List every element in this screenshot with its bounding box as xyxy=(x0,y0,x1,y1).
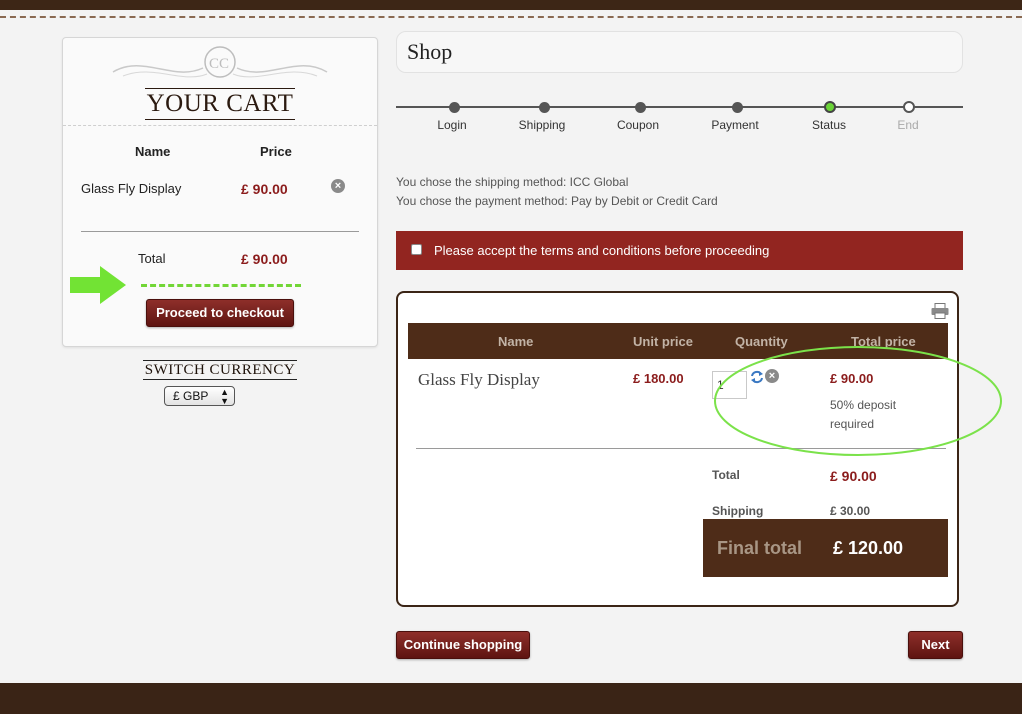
cart-logo-icon: CC xyxy=(112,46,328,78)
switch-currency-heading: SWITCH CURRENCY xyxy=(142,360,298,380)
select-arrows-icon: ▲ ▼ xyxy=(220,387,229,406)
arrow-right-icon xyxy=(70,266,126,304)
header-name: Name xyxy=(498,334,534,349)
currency-selected-value: £ GBP xyxy=(173,389,209,403)
step-dot-payment xyxy=(732,102,743,113)
product-name: Glass Fly Display xyxy=(418,370,540,389)
cart-total-label: Total xyxy=(138,251,166,266)
order-total-value: £ 90.00 xyxy=(830,468,877,484)
cart-col-name: Name xyxy=(135,144,171,159)
shipping-label: Shipping xyxy=(712,504,764,518)
terms-text: Please accept the terms and conditions b… xyxy=(434,243,770,258)
top-stitch-line xyxy=(0,16,1022,18)
step-dot-end xyxy=(903,101,915,113)
step-label-end: End xyxy=(897,118,919,132)
cart-col-price: Price xyxy=(260,144,292,159)
step-dot-coupon xyxy=(635,102,646,113)
cart-header: CC YOUR CART xyxy=(63,38,377,126)
final-total-label: Final total xyxy=(717,538,802,558)
product-unit-price: £ 180.00 xyxy=(633,371,684,386)
cart-title: YOUR CART xyxy=(63,88,377,120)
page-title-box: Shop xyxy=(396,31,963,73)
print-icon[interactable] xyxy=(931,303,949,319)
highlight-underline xyxy=(141,284,301,287)
proceed-to-checkout-button[interactable]: Proceed to checkout xyxy=(146,299,294,327)
step-label-shipping: Shipping xyxy=(518,118,566,132)
cart-item-price: £ 90.00 xyxy=(241,181,288,197)
page-title: Shop xyxy=(407,39,453,64)
cart-item-name: Glass Fly Display xyxy=(81,181,182,196)
final-total-box: Final total £ 120.00 xyxy=(703,519,948,577)
step-label-payment: Payment xyxy=(711,118,759,132)
terms-bar: Please accept the terms and conditions b… xyxy=(396,231,963,270)
final-total-value: £ 120.00 xyxy=(833,538,904,558)
payment-method-info: You chose the payment method: Pay by Deb… xyxy=(396,194,718,208)
step-dot-login xyxy=(449,102,460,113)
terms-checkbox[interactable] xyxy=(411,244,422,255)
step-label-status: Status xyxy=(811,118,847,132)
highlight-ellipse xyxy=(714,346,1002,456)
top-border xyxy=(0,0,1022,10)
checkout-progress-line xyxy=(396,106,963,108)
cart-total-value: £ 90.00 xyxy=(241,251,288,267)
order-total-label: Total xyxy=(712,468,740,482)
svg-text:CC: CC xyxy=(209,56,229,72)
shipping-value: £ 30.00 xyxy=(830,504,871,518)
continue-shopping-button[interactable]: Continue shopping xyxy=(396,631,530,659)
shipping-method-info: You chose the shipping method: ICC Globa… xyxy=(396,175,629,189)
footer-band xyxy=(0,683,1022,714)
next-button[interactable]: Next xyxy=(908,631,963,659)
step-dot-status xyxy=(824,101,836,113)
step-label-login: Login xyxy=(437,118,467,132)
header-unit-price: Unit price xyxy=(633,334,693,349)
cart-divider xyxy=(81,231,359,232)
step-label-coupon: Coupon xyxy=(616,118,660,132)
step-dot-shipping xyxy=(539,102,550,113)
currency-select[interactable]: £ GBP ▲ ▼ xyxy=(164,386,235,406)
remove-icon[interactable]: × xyxy=(331,179,345,193)
